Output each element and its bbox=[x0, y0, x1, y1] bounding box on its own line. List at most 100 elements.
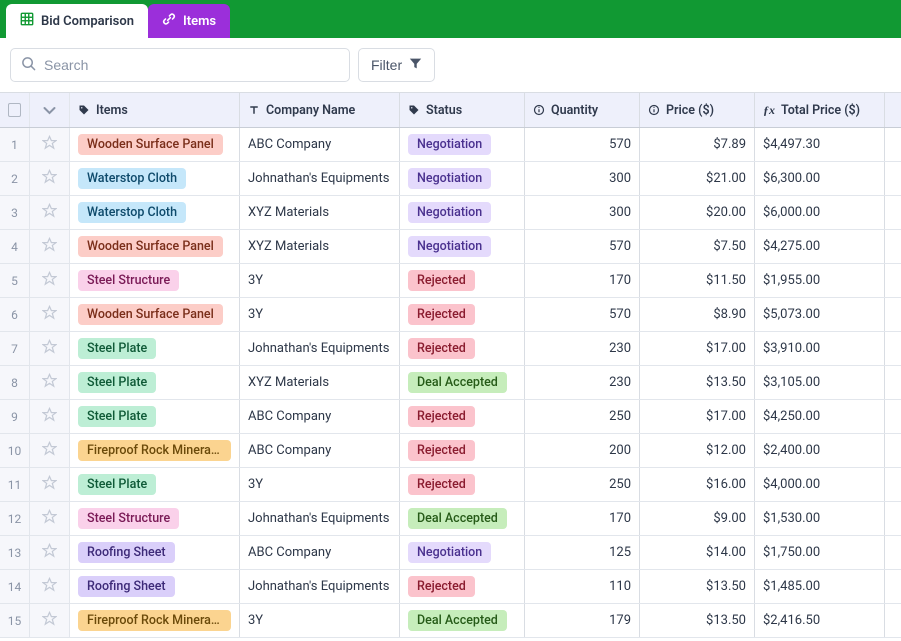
star-button[interactable] bbox=[30, 128, 70, 161]
cell-quantity[interactable]: 570 bbox=[525, 128, 640, 161]
cell-total[interactable]: $3,105.00 bbox=[755, 366, 885, 399]
cell-company[interactable]: Johnathan's Equipments bbox=[240, 162, 400, 195]
star-button[interactable] bbox=[30, 468, 70, 501]
expand-header[interactable] bbox=[30, 93, 70, 127]
cell-total[interactable]: $5,073.00 bbox=[755, 298, 885, 331]
cell-item[interactable]: Waterstop Cloth bbox=[70, 162, 240, 195]
cell-price[interactable]: $17.00 bbox=[640, 400, 755, 433]
cell-total[interactable]: $6,000.00 bbox=[755, 196, 885, 229]
cell-price[interactable]: $13.50 bbox=[640, 570, 755, 603]
search-box[interactable] bbox=[10, 48, 350, 82]
table-row[interactable]: 15Fireproof Rock Mineral Wool3YDeal Acce… bbox=[0, 604, 901, 638]
cell-status[interactable]: Deal Accepted bbox=[400, 502, 525, 535]
cell-company[interactable]: 3Y bbox=[240, 468, 400, 501]
cell-price[interactable]: $9.00 bbox=[640, 502, 755, 535]
cell-status[interactable]: Negotiation bbox=[400, 162, 525, 195]
star-button[interactable] bbox=[30, 366, 70, 399]
col-header-company[interactable]: Company Name bbox=[240, 93, 400, 127]
cell-price[interactable]: $8.90 bbox=[640, 298, 755, 331]
star-button[interactable] bbox=[30, 502, 70, 535]
table-row[interactable]: 10Fireproof Rock Mineral WoolABC Company… bbox=[0, 434, 901, 468]
cell-company[interactable]: Johnathan's Equipments bbox=[240, 570, 400, 603]
table-row[interactable]: 8Steel PlateXYZ MaterialsDeal Accepted23… bbox=[0, 366, 901, 400]
table-row[interactable]: 11Steel Plate3YRejected250$16.00$4,000.0… bbox=[0, 468, 901, 502]
cell-price[interactable]: $16.00 bbox=[640, 468, 755, 501]
cell-status[interactable]: Deal Accepted bbox=[400, 366, 525, 399]
cell-item[interactable]: Steel Structure bbox=[70, 502, 240, 535]
cell-total[interactable]: $2,400.00 bbox=[755, 434, 885, 467]
cell-company[interactable]: 3Y bbox=[240, 604, 400, 637]
cell-price[interactable]: $20.00 bbox=[640, 196, 755, 229]
star-button[interactable] bbox=[30, 570, 70, 603]
star-button[interactable] bbox=[30, 298, 70, 331]
filter-button[interactable]: Filter bbox=[358, 48, 435, 82]
cell-item[interactable]: Wooden Surface Panel bbox=[70, 230, 240, 263]
select-all-header[interactable] bbox=[0, 93, 30, 127]
table-row[interactable]: 6Wooden Surface Panel3YRejected570$8.90$… bbox=[0, 298, 901, 332]
cell-quantity[interactable]: 300 bbox=[525, 196, 640, 229]
cell-status[interactable]: Negotiation bbox=[400, 196, 525, 229]
cell-status[interactable]: Rejected bbox=[400, 298, 525, 331]
cell-total[interactable]: $1,955.00 bbox=[755, 264, 885, 297]
cell-company[interactable]: Johnathan's Equipments bbox=[240, 332, 400, 365]
cell-total[interactable]: $1,485.00 bbox=[755, 570, 885, 603]
cell-company[interactable]: 3Y bbox=[240, 298, 400, 331]
cell-quantity[interactable]: 230 bbox=[525, 366, 640, 399]
col-header-status[interactable]: Status bbox=[400, 93, 525, 127]
table-row[interactable]: 7Steel PlateJohnathan's EquipmentsReject… bbox=[0, 332, 901, 366]
cell-status[interactable]: Negotiation bbox=[400, 230, 525, 263]
cell-total[interactable]: $4,000.00 bbox=[755, 468, 885, 501]
cell-item[interactable]: Steel Plate bbox=[70, 332, 240, 365]
star-button[interactable] bbox=[30, 434, 70, 467]
cell-quantity[interactable]: 250 bbox=[525, 400, 640, 433]
col-header-total[interactable]: ƒx Total Price ($) bbox=[755, 93, 885, 127]
cell-price[interactable]: $7.89 bbox=[640, 128, 755, 161]
cell-item[interactable]: Roofing Sheet bbox=[70, 570, 240, 603]
cell-quantity[interactable]: 230 bbox=[525, 332, 640, 365]
cell-company[interactable]: XYZ Materials bbox=[240, 230, 400, 263]
cell-price[interactable]: $7.50 bbox=[640, 230, 755, 263]
cell-status[interactable]: Rejected bbox=[400, 434, 525, 467]
star-button[interactable] bbox=[30, 196, 70, 229]
table-row[interactable]: 14Roofing SheetJohnathan's EquipmentsRej… bbox=[0, 570, 901, 604]
table-row[interactable]: 9Steel PlateABC CompanyRejected250$17.00… bbox=[0, 400, 901, 434]
cell-status[interactable]: Rejected bbox=[400, 468, 525, 501]
table-row[interactable]: 3Waterstop ClothXYZ MaterialsNegotiation… bbox=[0, 196, 901, 230]
cell-company[interactable]: ABC Company bbox=[240, 128, 400, 161]
cell-quantity[interactable]: 179 bbox=[525, 604, 640, 637]
tab-bid-comparison[interactable]: Bid Comparison bbox=[6, 4, 148, 38]
cell-price[interactable]: $13.50 bbox=[640, 604, 755, 637]
cell-item[interactable]: Steel Plate bbox=[70, 400, 240, 433]
cell-price[interactable]: $11.50 bbox=[640, 264, 755, 297]
star-button[interactable] bbox=[30, 400, 70, 433]
col-header-price[interactable]: Price ($) bbox=[640, 93, 755, 127]
table-row[interactable]: 4Wooden Surface PanelXYZ MaterialsNegoti… bbox=[0, 230, 901, 264]
cell-price[interactable]: $21.00 bbox=[640, 162, 755, 195]
cell-total[interactable]: $4,275.00 bbox=[755, 230, 885, 263]
table-row[interactable]: 2Waterstop ClothJohnathan's EquipmentsNe… bbox=[0, 162, 901, 196]
cell-company[interactable]: 3Y bbox=[240, 264, 400, 297]
cell-status[interactable]: Rejected bbox=[400, 570, 525, 603]
cell-item[interactable]: Steel Structure bbox=[70, 264, 240, 297]
col-header-quantity[interactable]: Quantity bbox=[525, 93, 640, 127]
cell-company[interactable]: ABC Company bbox=[240, 536, 400, 569]
cell-price[interactable]: $17.00 bbox=[640, 332, 755, 365]
cell-company[interactable]: XYZ Materials bbox=[240, 366, 400, 399]
cell-quantity[interactable]: 570 bbox=[525, 230, 640, 263]
cell-item[interactable]: Steel Plate bbox=[70, 366, 240, 399]
cell-status[interactable]: Rejected bbox=[400, 332, 525, 365]
cell-company[interactable]: ABC Company bbox=[240, 434, 400, 467]
star-button[interactable] bbox=[30, 332, 70, 365]
table-row[interactable]: 5Steel Structure3YRejected170$11.50$1,95… bbox=[0, 264, 901, 298]
cell-price[interactable]: $14.00 bbox=[640, 536, 755, 569]
cell-total[interactable]: $2,416.50 bbox=[755, 604, 885, 637]
cell-status[interactable]: Negotiation bbox=[400, 128, 525, 161]
cell-quantity[interactable]: 570 bbox=[525, 298, 640, 331]
cell-total[interactable]: $4,497.30 bbox=[755, 128, 885, 161]
star-button[interactable] bbox=[30, 162, 70, 195]
star-button[interactable] bbox=[30, 604, 70, 637]
cell-item[interactable]: Steel Plate bbox=[70, 468, 240, 501]
cell-status[interactable]: Rejected bbox=[400, 400, 525, 433]
tab-items[interactable]: Items bbox=[148, 4, 230, 38]
cell-total[interactable]: $6,300.00 bbox=[755, 162, 885, 195]
